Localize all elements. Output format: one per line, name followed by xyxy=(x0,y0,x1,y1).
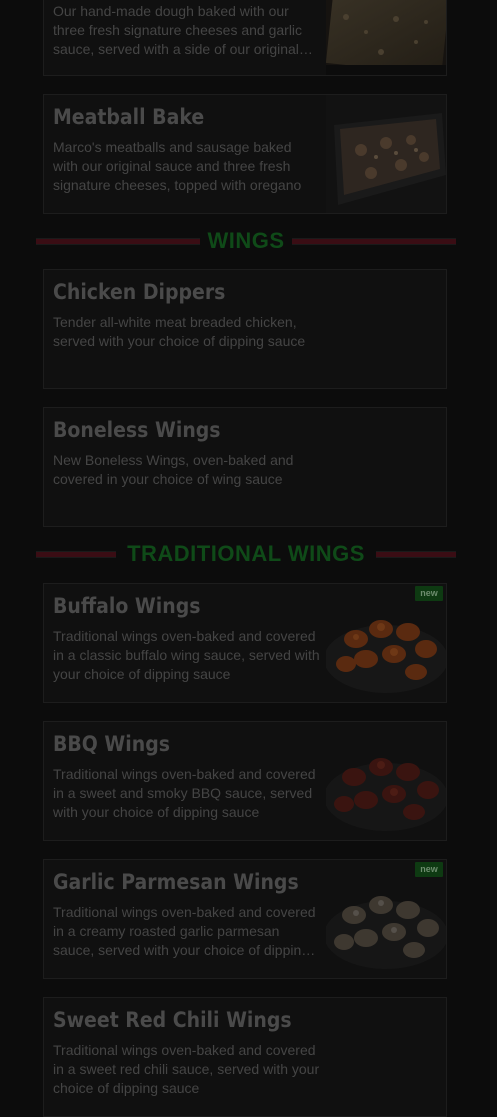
menu-item-title: Sweet Red Chili Wings xyxy=(53,1008,292,1032)
menu-item-description: Traditional wings oven-baked and covered… xyxy=(53,628,320,682)
menu-item-description: Traditional wings oven-baked and covered… xyxy=(53,1042,320,1096)
menu-item-title: Buffalo Wings xyxy=(53,594,201,618)
section-header-wings: WINGS xyxy=(36,228,456,254)
new-badge: new xyxy=(415,862,443,877)
section-heading: WINGS xyxy=(207,228,285,253)
menu-item-title: Meatball Bake xyxy=(53,105,205,129)
section-header-traditional-wings: TRADITIONAL WINGS xyxy=(36,541,456,567)
menu-item-title: Boneless Wings xyxy=(53,418,221,442)
menu-item-card[interactable]: Our hand-made dough baked with our three… xyxy=(43,0,447,76)
menu-item-title: BBQ Wings xyxy=(53,732,170,756)
menu-item-card[interactable]: Chicken Dippers Tender all-white meat br… xyxy=(43,269,447,389)
menu-item-image xyxy=(326,584,446,702)
menu-item-card[interactable]: BBQ Wings Traditional wings oven-baked a… xyxy=(43,721,447,841)
menu-item-image xyxy=(326,722,446,840)
menu-item-card[interactable]: Sweet Red Chili Wings Traditional wings … xyxy=(43,997,447,1117)
menu-item-description: Marco's meatballs and sausage baked with… xyxy=(53,139,302,193)
menu-item-card[interactable]: Garlic Parmesan Wings Traditional wings … xyxy=(43,859,447,979)
menu-item-image xyxy=(326,860,446,978)
menu-page: Our hand-made dough baked with our three… xyxy=(0,0,497,1117)
section-heading: TRADITIONAL WINGS xyxy=(127,541,365,566)
menu-item-card[interactable]: Boneless Wings New Boneless Wings, oven-… xyxy=(43,407,447,527)
menu-item-description: Tender all-white meat breaded chicken, s… xyxy=(53,314,306,349)
menu-item-image xyxy=(326,0,446,75)
menu-item-image xyxy=(326,95,446,213)
menu-item-description: Our hand-made dough baked with our three… xyxy=(53,3,303,57)
menu-item-description: Traditional wings oven-baked and covered… xyxy=(53,904,316,958)
menu-item-title: Chicken Dippers xyxy=(53,280,226,304)
menu-item-title: Garlic Parmesan Wings xyxy=(53,870,299,894)
menu-item-description: Traditional wings oven-baked and covered… xyxy=(53,766,316,820)
menu-item-card[interactable]: Buffalo Wings Traditional wings oven-bak… xyxy=(43,583,447,703)
menu-item-card[interactable]: Meatball Bake Marco's meatballs and saus… xyxy=(43,94,447,214)
new-badge: new xyxy=(415,586,443,601)
menu-item-description: New Boneless Wings, oven-baked and cover… xyxy=(53,452,294,487)
